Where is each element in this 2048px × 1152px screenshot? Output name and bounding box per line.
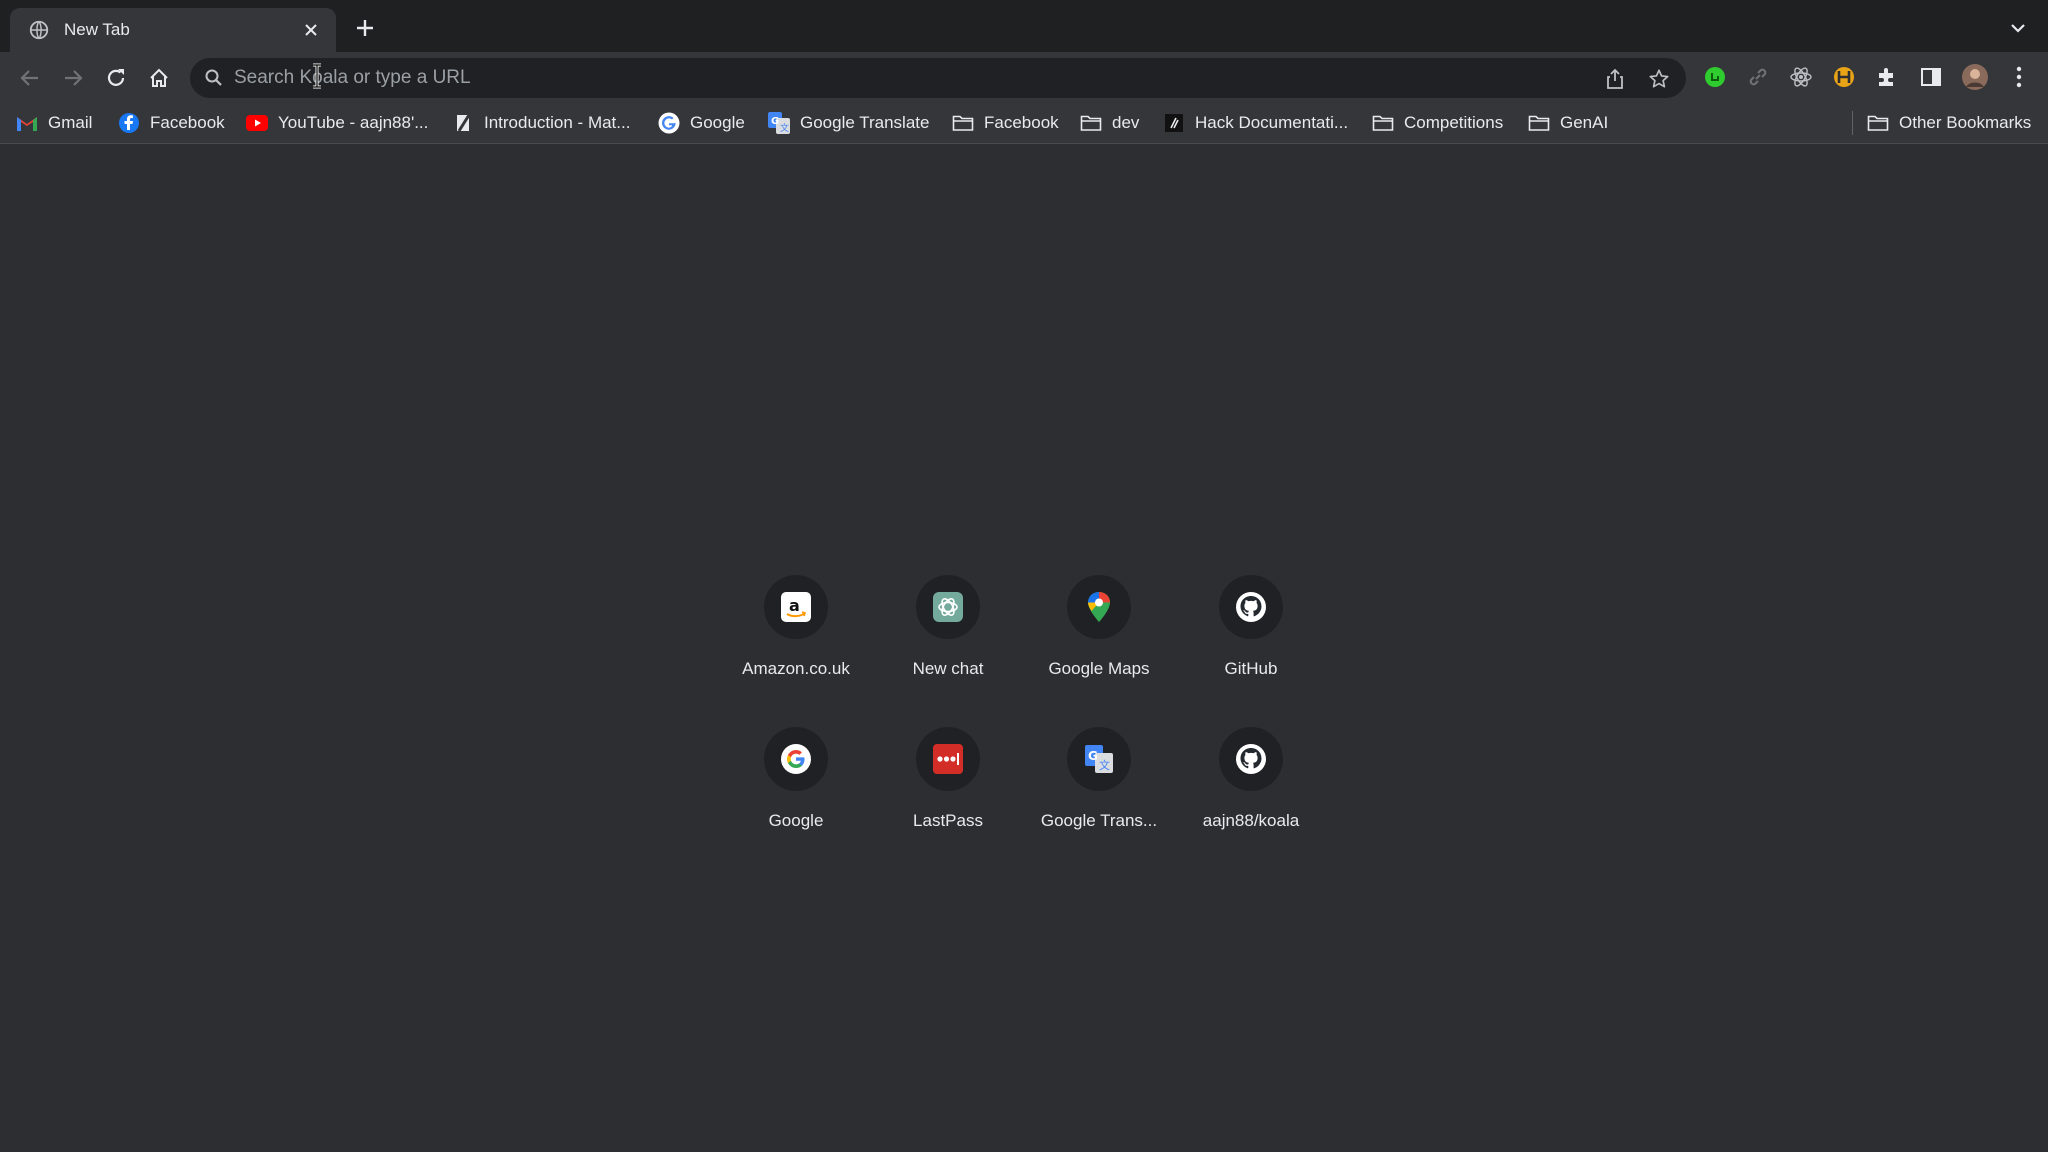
address-input[interactable]: [234, 62, 1534, 94]
text-cursor-icon: [313, 63, 321, 89]
shortcut-aajn88-koala[interactable]: aajn88/koala: [1176, 727, 1326, 867]
bookmark-star-icon[interactable]: [1646, 66, 1672, 92]
google-icon: [658, 112, 680, 134]
side-panel-icon[interactable]: [1916, 62, 1946, 92]
bookmark-google[interactable]: Google: [658, 109, 745, 137]
google-icon: [764, 727, 828, 791]
menu-kebab-icon[interactable]: [2004, 62, 2034, 92]
reload-button[interactable]: [100, 62, 132, 94]
facebook-icon: [118, 112, 140, 134]
shortcut-label: aajn88/koala: [1202, 811, 1300, 830]
bookmark-facebook[interactable]: Facebook: [118, 109, 225, 137]
amazon-icon: a: [764, 575, 828, 639]
shortcut-google-translate[interactable]: G文 Google Trans...: [1024, 727, 1174, 867]
bookmark-label: dev: [1112, 113, 1140, 132]
bookmark-folder-facebook[interactable]: Facebook: [952, 109, 1059, 137]
honey-extension-icon[interactable]: [1829, 62, 1859, 92]
bookmark-youtube[interactable]: YouTube - aajn88'...: [246, 109, 428, 137]
folder-icon: [952, 112, 974, 134]
shortcut-label: GitHub: [1224, 659, 1278, 678]
page-icon: [452, 112, 474, 134]
bookmark-folder-genai[interactable]: GenAI: [1528, 109, 1608, 137]
extension-green-icon[interactable]: [1700, 62, 1730, 92]
shortcut-label: New chat: [912, 659, 984, 678]
shortcut-label: Amazon.co.uk: [742, 659, 850, 678]
bookmark-label: Facebook: [984, 113, 1059, 132]
forward-arrow-icon: [65, 70, 83, 86]
bookmark-label: Google Translate: [800, 113, 930, 132]
svg-text:文: 文: [780, 122, 789, 134]
toolbar: [0, 52, 2048, 102]
reload-icon: [107, 69, 125, 86]
omnibox[interactable]: [190, 58, 1686, 98]
google-translate-icon: G文: [1067, 727, 1131, 791]
home-icon: [150, 68, 168, 87]
folder-icon: [1867, 112, 1889, 134]
shortcut-lastpass[interactable]: LastPass: [873, 727, 1023, 867]
bookmarks-divider: [1852, 111, 1853, 135]
shortcut-github[interactable]: GitHub: [1176, 575, 1326, 715]
folder-icon: [1528, 112, 1550, 134]
bookmark-introduction[interactable]: Introduction - Mat...: [452, 109, 630, 137]
github-icon: [1219, 575, 1283, 639]
bookmark-label: GenAI: [1560, 113, 1609, 132]
shortcut-new-chat[interactable]: New chat: [873, 575, 1023, 715]
profile-avatar-icon[interactable]: [1960, 62, 1990, 92]
globe-icon: [29, 20, 49, 40]
bookmark-gmail[interactable]: Gmail: [16, 109, 92, 137]
bookmark-label: Google: [690, 113, 745, 132]
shortcut-google[interactable]: Google: [721, 727, 871, 867]
folder-icon: [1080, 112, 1102, 134]
bookmark-label: Gmail: [48, 113, 93, 132]
share-icon[interactable]: [1602, 66, 1628, 92]
lastpass-icon: [916, 727, 980, 791]
chatgpt-icon: [916, 575, 980, 639]
svg-text:G: G: [1088, 749, 1098, 763]
google-maps-icon: [1067, 575, 1131, 639]
new-tab-button[interactable]: [350, 13, 380, 43]
hack-icon: [1163, 112, 1185, 134]
github-icon: [1219, 727, 1283, 791]
gmail-icon: [16, 112, 38, 134]
shortcut-label: Google Trans...: [1040, 811, 1158, 830]
tab-search-chevron-icon[interactable]: [2004, 14, 2032, 42]
bookmark-label: Competitions: [1404, 113, 1504, 132]
shortcut-amazon[interactable]: a Amazon.co.uk: [721, 575, 871, 715]
google-translate-icon: G文: [768, 112, 790, 134]
shortcut-google-maps[interactable]: Google Maps: [1024, 575, 1174, 715]
react-devtools-icon[interactable]: [1786, 62, 1816, 92]
bookmark-hack-documentation[interactable]: Hack Documentati...: [1163, 109, 1348, 137]
youtube-icon: [246, 112, 268, 134]
home-button[interactable]: [143, 62, 175, 94]
bookmarks-bar: Gmail Facebook YouTube - aajn88'... Intr…: [0, 102, 2048, 144]
folder-icon: [1372, 112, 1394, 134]
svg-text:G: G: [771, 116, 779, 127]
bookmark-label: Introduction - Mat...: [484, 113, 631, 132]
shortcut-label: Google: [768, 811, 824, 830]
bookmark-folder-competitions[interactable]: Competitions: [1372, 109, 1503, 137]
bookmark-label: Hack Documentati...: [1195, 113, 1349, 132]
extensions-puzzle-icon[interactable]: [1872, 62, 1902, 92]
back-arrow-icon: [20, 70, 38, 86]
bookmark-label: YouTube - aajn88'...: [278, 113, 429, 132]
tab-title: New Tab: [64, 20, 130, 39]
search-icon: [205, 69, 222, 86]
shortcut-label: LastPass: [913, 811, 983, 830]
link-extension-icon[interactable]: [1743, 62, 1773, 92]
bookmark-label: Other Bookmarks: [1899, 113, 2032, 132]
svg-text:文: 文: [1099, 758, 1110, 772]
bookmark-folder-dev[interactable]: dev: [1080, 109, 1139, 137]
close-tab-icon[interactable]: [298, 17, 324, 43]
svg-text:a: a: [789, 596, 800, 615]
forward-button[interactable]: [57, 62, 89, 94]
bookmark-label: Facebook: [150, 113, 225, 132]
tab-new-tab[interactable]: New Tab: [10, 8, 336, 52]
other-bookmarks[interactable]: Other Bookmarks: [1867, 109, 2031, 137]
tab-strip: New Tab: [0, 0, 2048, 52]
shortcut-label: Google Maps: [1048, 659, 1150, 678]
back-button[interactable]: [14, 62, 46, 94]
bookmark-google-translate[interactable]: G文 Google Translate: [768, 109, 929, 137]
